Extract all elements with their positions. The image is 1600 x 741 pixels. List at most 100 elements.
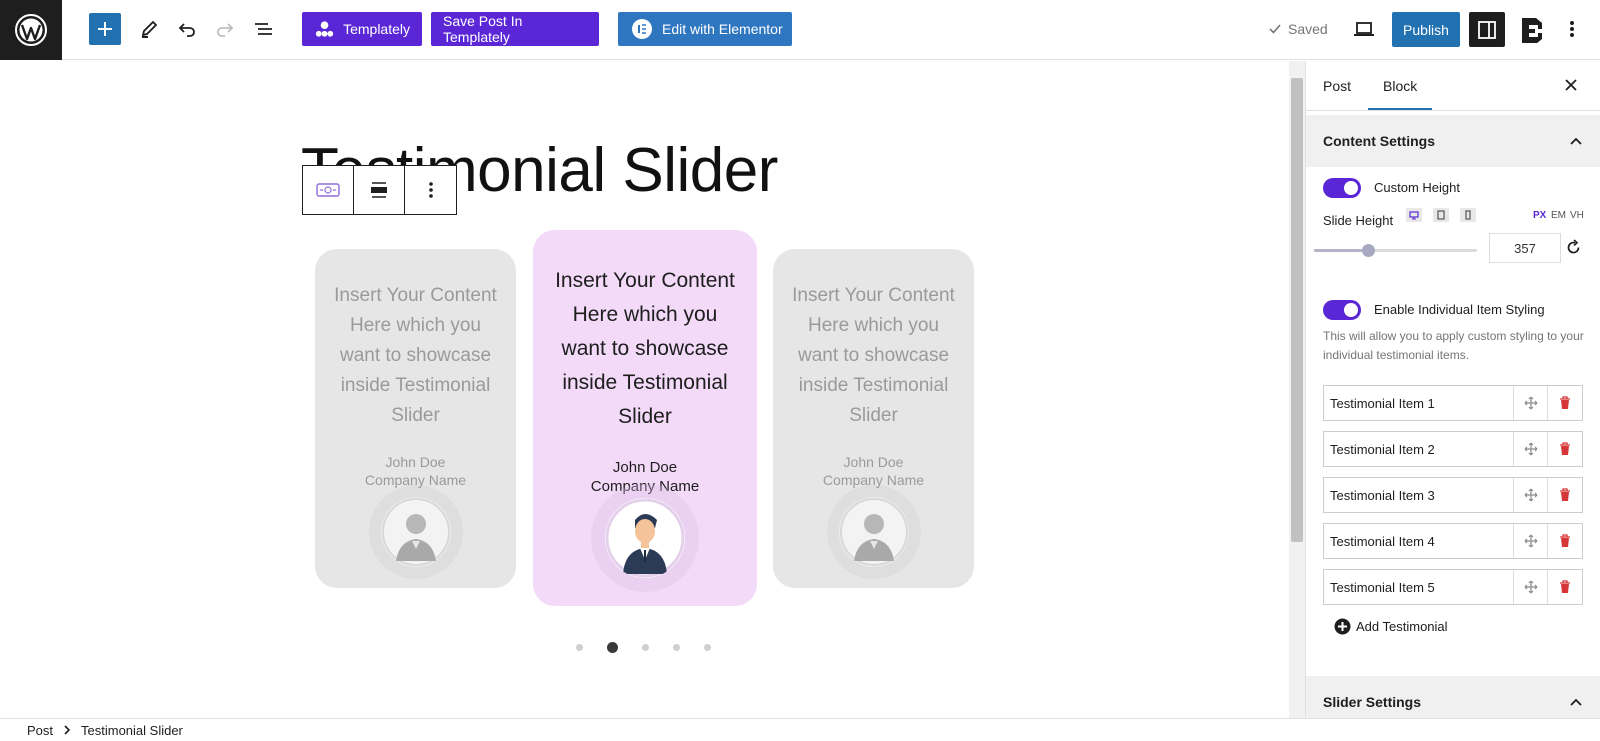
chevron-right-icon [64,725,71,735]
save-in-templately-button[interactable]: Save Post In Templately [431,12,599,46]
settings-sidebar: Post Block Content Settings Custom Heigh… [1305,61,1600,718]
redo-button[interactable] [210,14,240,44]
avatar [381,497,451,567]
breadcrumb-current[interactable]: Testimonial Slider [81,723,183,738]
chevron-up-icon [1570,137,1582,145]
custom-height-toggle[interactable] [1323,178,1361,198]
slider-dot-4[interactable] [673,644,680,651]
testimonial-card-left[interactable]: Insert Your Content Here which you want … [315,249,516,588]
publish-button[interactable]: Publish [1392,12,1460,47]
slide-height-slider-track[interactable] [1314,244,1477,257]
unit-em[interactable]: EM [1551,210,1566,221]
block-type-button[interactable] [303,166,354,214]
reset-icon[interactable] [1565,239,1582,261]
list-view-icon [255,23,272,35]
sidebar-tabs: Post Block [1306,61,1600,111]
preview-button[interactable] [1349,14,1379,44]
settings-toggle-button[interactable] [1469,12,1505,47]
testimonial-item-row[interactable]: Testimonial Item 5 [1323,569,1583,605]
tools-button[interactable] [134,14,164,44]
pencil-icon [141,20,158,38]
desktop-icon[interactable] [1406,208,1422,222]
slide-height-input[interactable]: 357 [1489,233,1561,263]
drag-handle-icon[interactable] [1514,432,1548,466]
individual-styling-toggle[interactable] [1323,300,1361,320]
align-button[interactable] [354,166,405,214]
undo-button[interactable] [172,14,202,44]
content-settings-header[interactable]: Content Settings [1306,115,1600,167]
drag-handle-icon[interactable] [1514,386,1548,420]
unit-vh[interactable]: VH [1570,210,1584,221]
testimonial-content: Insert Your Content Here which you want … [792,285,955,426]
person-avatar-icon [382,498,450,566]
edit-with-elementor-button[interactable]: Edit with Elementor [618,12,792,46]
testimonial-item-row[interactable]: Testimonial Item 1 [1323,385,1583,421]
block-inserter-button[interactable] [89,13,121,45]
trash-icon[interactable] [1548,524,1582,558]
testimonial-item-label[interactable]: Testimonial Item 4 [1324,524,1514,558]
elementor-label: Edit with Elementor [662,21,783,37]
tab-block[interactable]: Block [1368,78,1433,110]
save-in-templately-label: Save Post In Templately [443,13,523,45]
add-testimonial-button[interactable]: Add Testimonial [1334,618,1448,635]
trash-icon[interactable] [1548,386,1582,420]
slide-height-slider-thumb[interactable] [1361,244,1375,257]
testimonial-author-name: John Doe [385,454,446,470]
templately-icon [315,21,334,37]
tab-post[interactable]: Post [1323,78,1351,94]
canvas-scrollbar-thumb[interactable] [1291,78,1303,542]
slider-dot-1[interactable] [576,644,583,651]
trash-icon[interactable] [1548,570,1582,604]
slider-dot-5[interactable] [704,644,711,651]
editor-header: Templately Save Post In Templately Edit … [0,0,1600,60]
essential-blocks-icon [1522,18,1542,43]
slide-height-label: Slide Height [1323,213,1394,228]
breadcrumb-root[interactable]: Post [27,723,53,738]
mobile-icon[interactable] [1460,208,1476,222]
testimonial-item-label[interactable]: Testimonial Item 3 [1324,478,1514,512]
more-vertical-icon [1570,21,1574,37]
options-button[interactable] [1557,14,1587,44]
testimonial-item-label[interactable]: Testimonial Item 2 [1324,432,1514,466]
testimonial-item-row[interactable]: Testimonial Item 2 [1323,431,1583,467]
slider-dot-3[interactable] [642,644,649,651]
slider-dot-2[interactable] [607,642,618,653]
testimonial-item-label[interactable]: Testimonial Item 5 [1324,570,1514,604]
testimonial-item-row[interactable]: Testimonial Item 4 [1323,523,1583,559]
unit-px[interactable]: PX [1533,210,1546,221]
tablet-icon[interactable] [1433,208,1449,222]
wordpress-icon [15,14,47,46]
trash-icon[interactable] [1548,478,1582,512]
testimonial-block-icon [316,183,340,197]
drag-handle-icon[interactable] [1514,478,1548,512]
plus-circle-icon [1334,618,1351,635]
templately-button[interactable]: Templately [302,12,422,46]
plugin-button[interactable] [1516,14,1548,44]
elementor-icon [632,19,652,39]
person-avatar-icon [840,498,908,566]
block-options-button[interactable] [405,166,456,214]
check-icon [1269,24,1281,34]
wordpress-logo-button[interactable] [0,0,62,60]
testimonial-card-active[interactable]: Insert Your Content Here which you want … [533,230,757,606]
slider-settings-header[interactable]: Slider Settings [1306,676,1600,718]
saved-status: Saved [1268,21,1328,37]
block-breadcrumb: Post Testimonial Slider [0,718,1600,741]
templately-label: Templately [343,21,410,37]
drag-handle-icon[interactable] [1514,570,1548,604]
close-icon[interactable] [1564,78,1578,97]
trash-icon[interactable] [1548,432,1582,466]
slide-height-slider-fill [1314,249,1368,252]
document-overview-button[interactable] [249,14,279,44]
avatar [839,497,909,567]
avatar [605,498,685,578]
testimonial-item-label[interactable]: Testimonial Item 1 [1324,386,1514,420]
testimonial-author-name: John Doe [843,454,904,470]
testimonial-author-name: John Doe [612,459,678,476]
block-toolbar [302,165,457,215]
testimonial-item-row[interactable]: Testimonial Item 3 [1323,477,1583,513]
slide-height-value: 357 [1514,240,1536,256]
drag-handle-icon[interactable] [1514,524,1548,558]
testimonial-card-right[interactable]: Insert Your Content Here which you want … [773,249,974,588]
plus-icon [98,22,112,36]
